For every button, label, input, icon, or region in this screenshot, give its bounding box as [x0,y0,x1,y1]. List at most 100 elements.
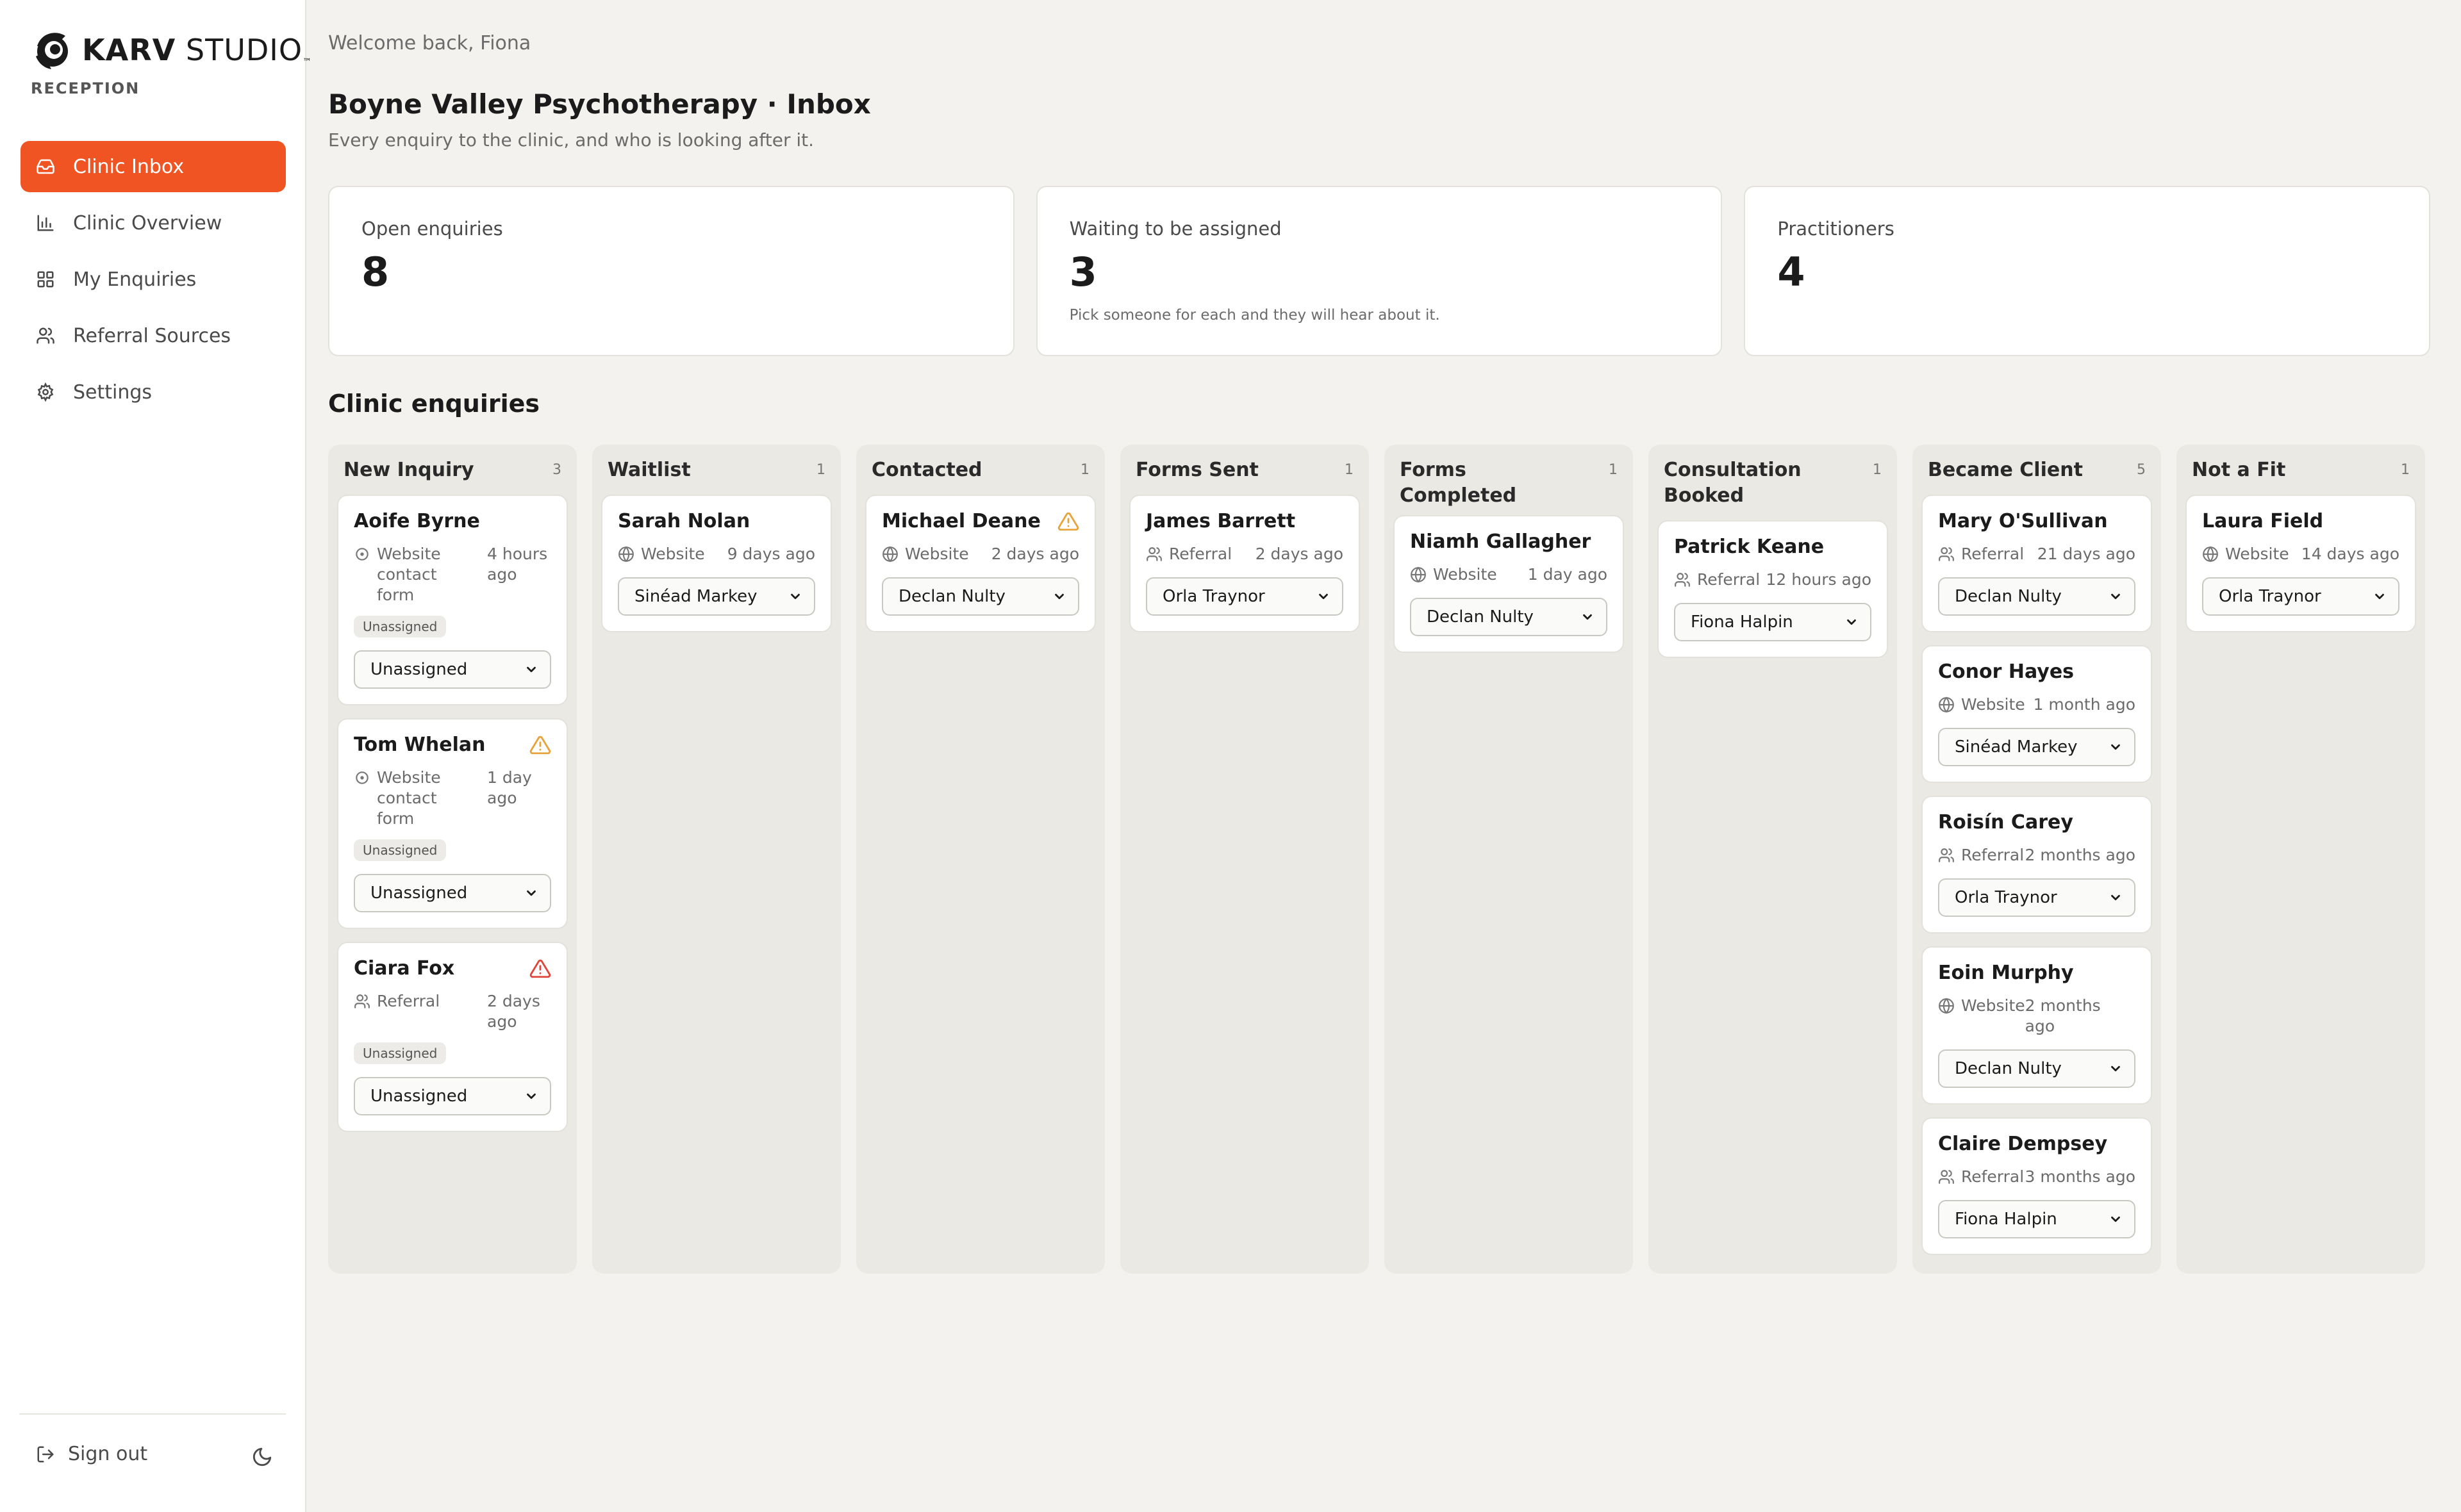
enquiry-time: 1 day ago [487,768,532,807]
enquiry-card[interactable]: Roisín Carey Referral 2 months ago Orla Tra… [1921,796,2152,933]
column-header: Waitlist 1 [601,457,832,488]
enquiry-name[interactable]: Laura Field [2202,510,2323,532]
enquiry-name[interactable]: Eoin Murphy [1938,962,2074,984]
enquiry-card[interactable]: Aoife Byrne Website contact form 4 hours a… [337,495,568,705]
enquiry-meta: Website 1 month ago [1938,694,2135,715]
chevron-down-icon [524,886,538,900]
enquiry-source: Referral [1938,1167,2024,1187]
sign-out-button[interactable]: Sign out [36,1443,147,1465]
enquiry-name[interactable]: Niamh Gallagher [1410,530,1591,553]
enquiry-card[interactable]: Conor Hayes Website 1 month ago Sinéad Mark… [1921,645,2152,783]
globe-icon [1938,694,1961,713]
grid-icon [36,270,55,289]
users-icon [1146,544,1169,563]
enquiry-name[interactable]: Conor Hayes [1938,661,2074,683]
card-list: James Barrett Referral 2 days ago Orla Tray… [1129,495,1360,632]
assignee-select[interactable]: Orla Traynor [1938,878,2135,917]
chevron-down-icon [2109,1062,2123,1076]
assignee-select[interactable]: Unassigned [354,650,551,689]
sign-out-label: Sign out [68,1443,148,1465]
chevron-down-icon [1316,589,1330,604]
enquiry-card[interactable]: Ciara Fox Referral 2 days ago Unassigned Una… [337,942,568,1132]
assignee-select[interactable]: Declan Nulty [1938,577,2135,616]
assignee-select[interactable]: Declan Nulty [1410,598,1607,636]
assignee-value: Orla Traynor [2219,587,2321,606]
card-list: Niamh Gallagher Website 1 day ago Declan Nu… [1393,515,1624,653]
column-header: Consultation Booked 1 [1657,457,1888,514]
moon-icon [253,1447,272,1467]
enquiry-card[interactable]: James Barrett Referral 2 days ago Orla Tray… [1129,495,1360,632]
brand-logo[interactable]: KARV STUDIO™ [29,27,312,73]
sidebar-item-clinic-overview[interactable]: Clinic Overview [21,197,286,249]
users-icon [354,991,377,1010]
chevron-down-icon [2109,1212,2123,1226]
enquiry-name[interactable]: Michael Deane [882,510,1041,532]
enquiry-time: 14 days ago [2301,545,2399,563]
enquiry-meta: Website contact form 1 day ago [354,768,551,829]
column-count: 1 [1081,462,1090,478]
column-forms-completed: Forms Completed 1 Niamh Gallagher Website 1 … [1384,445,1633,1274]
enquiry-source: Referral [1938,845,2024,866]
enquiry-source: Website contact form [354,544,473,605]
assignee-select[interactable]: Declan Nulty [1938,1049,2135,1088]
sidebar-item-clinic-inbox[interactable]: Clinic Inbox [21,141,286,192]
column-title: Not a Fit [2192,459,2286,481]
assignee-select[interactable]: Sinéad Markey [1938,728,2135,766]
column-title: Contacted [872,459,982,481]
enquiry-source: Website [1938,996,2025,1037]
sidebar-nav: Clinic Inbox Clinic Overview My Enquirie… [21,141,286,423]
assignee-select[interactable]: Unassigned [354,1077,551,1115]
enquiry-name[interactable]: Mary O'Sullivan [1938,510,2108,532]
enquiry-name[interactable]: James Barrett [1146,510,1295,532]
stat-label: Waiting to be assigned [1069,218,1282,240]
enquiry-name[interactable]: Aoife Byrne [354,510,480,532]
enquiry-card[interactable]: Sarah Nolan Website 9 days ago Sinéad Marke… [601,495,832,632]
sidebar-item-referral-sources[interactable]: Referral Sources [21,310,286,361]
column-count: 1 [1873,462,1882,478]
sidebar-item-settings[interactable]: Settings [21,366,286,418]
enquiry-meta: Referral 2 days ago [1146,544,1343,564]
chevron-down-icon [1052,589,1066,604]
clock-icon [354,768,377,786]
enquiry-name[interactable]: Ciara Fox [354,957,454,980]
assignee-select[interactable]: Sinéad Markey [618,577,815,616]
theme-toggle-button[interactable] [251,1446,273,1468]
users-icon [1938,544,1961,563]
assignee-value: Fiona Halpin [1691,612,1793,632]
enquiry-name[interactable]: Sarah Nolan [618,510,750,532]
enquiry-name[interactable]: Patrick Keane [1674,536,1824,558]
chevron-down-icon [1844,615,1859,629]
enquiry-card[interactable]: Tom Whelan Website contact form 1 day ago U… [337,718,568,929]
sidebar-item-my-enquiries[interactable]: My Enquiries [21,254,286,305]
column-title: Forms Sent [1136,459,1259,481]
enquiry-source: Website [2202,544,2289,564]
enquiry-card[interactable]: Mary O'Sullivan Referral 21 days ago Declan… [1921,495,2152,632]
globe-icon [2202,544,2225,563]
assignee-select[interactable]: Orla Traynor [1146,577,1343,616]
enquiry-card[interactable]: Laura Field Website 14 days ago Orla Trayno… [2185,495,2416,632]
column-count: 1 [1345,462,1354,478]
stat-note: Pick someone for each and they will hear… [1069,307,1440,324]
status-badge: Unassigned [354,616,447,637]
enquiry-name[interactable]: Roisín Carey [1938,811,2073,834]
globe-icon [1410,564,1433,583]
assignee-select[interactable]: Fiona Halpin [1938,1200,2135,1238]
assignee-select[interactable]: Declan Nulty [882,577,1079,616]
assignee-value: Sinéad Markey [1955,737,2078,757]
enquiry-card[interactable]: Patrick Keane Referral 12 hours ago Fiona H… [1657,520,1888,658]
enquiry-card[interactable]: Eoin Murphy Website 2 months ago Declan Nul… [1921,946,2152,1105]
enquiry-card[interactable]: Michael Deane Website 2 days ago Declan Nul… [865,495,1096,632]
assignee-select[interactable]: Orla Traynor [2202,577,2399,616]
assignee-select[interactable]: Unassigned [354,874,551,912]
enquiry-name[interactable]: Tom Whelan [354,734,485,756]
enquiry-name[interactable]: Claire Dempsey [1938,1133,2107,1155]
assignee-select[interactable]: Fiona Halpin [1674,603,1871,641]
column-header: Contacted 1 [865,457,1096,488]
enquiry-time: 2 months ago [2025,846,2135,864]
chevron-down-icon [524,1089,538,1103]
enquiry-source: Referral [1146,544,1232,564]
enquiry-card[interactable]: Claire Dempsey Referral 3 months ago Fiona … [1921,1117,2152,1255]
enquiry-card[interactable]: Niamh Gallagher Website 1 day ago Declan Nu… [1393,515,1624,653]
karv-logo-icon [36,33,68,69]
card-list: Michael Deane Website 2 days ago Declan Nul… [865,495,1096,632]
